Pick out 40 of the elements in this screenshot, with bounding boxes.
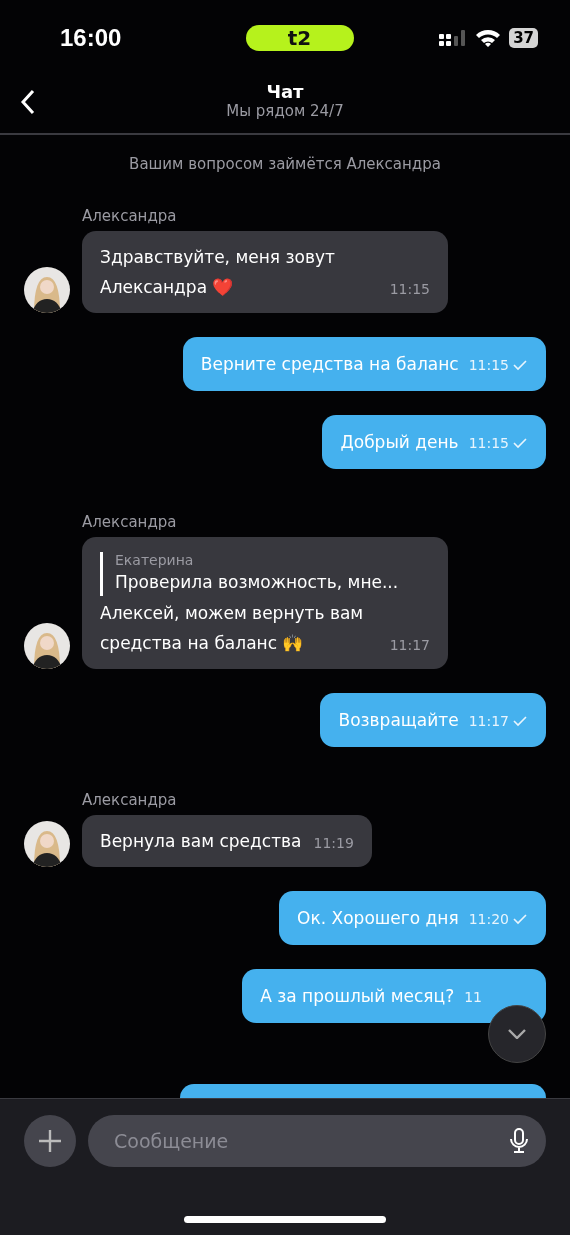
message-time: 11:17: [468, 713, 509, 729]
message-time: 11:15: [389, 280, 430, 299]
signal-icon: [439, 27, 468, 48]
sender-name: Александра: [82, 791, 177, 809]
message-time: 11: [464, 989, 482, 1005]
check-icon: [512, 913, 528, 925]
message-time: 11:20: [468, 911, 509, 927]
message-text: Вернула вам средства: [100, 830, 302, 853]
message-text: Верните средства на баланс: [200, 353, 459, 376]
message-text: А за прошлый месяц?: [260, 985, 455, 1008]
back-icon: [20, 89, 36, 115]
message-text: Добрый день: [340, 431, 459, 454]
attach-button[interactable]: [24, 1115, 76, 1167]
check-icon: [512, 715, 528, 727]
battery-indicator: 37: [509, 27, 538, 48]
clock: 16:00: [60, 23, 123, 52]
message-text: Возвращайте: [338, 709, 459, 732]
system-notice: Вашим вопросом займётся Александра: [129, 155, 441, 173]
check-icon: [512, 359, 528, 371]
microphone-icon: [510, 1128, 528, 1154]
message-time: 11:19: [313, 834, 354, 853]
quote-text: Проверила возможность, мне...: [115, 571, 400, 594]
chat-title: Чат: [266, 80, 304, 102]
wifi-icon: [475, 27, 502, 48]
message-text: Ок. Хорошего дня: [297, 907, 459, 930]
sender-name: Александра: [82, 207, 177, 225]
quote-author: Екатерина: [115, 552, 195, 568]
sender-name: Александра: [82, 513, 177, 531]
message-time: 11:15: [468, 357, 509, 373]
message-input[interactable]: Сообщение: [112, 1129, 510, 1153]
check-icon: [512, 437, 528, 449]
chat-subtitle: Мы рядом 24/7: [226, 101, 344, 120]
chevron-down-icon: [508, 1029, 526, 1039]
message-text: Здравствуйте, меня зовут Александра ❤: [100, 246, 336, 299]
plus-icon: [38, 1129, 62, 1153]
carrier-badge: t2: [245, 24, 354, 51]
message-text: Алексей, можем вернуть вам средства на баланс 🙌: [100, 602, 365, 655]
message-time: 11:15: [468, 435, 509, 451]
message-field[interactable]: Сообщение: [88, 1115, 546, 1167]
message-time: 11:17: [389, 636, 430, 655]
